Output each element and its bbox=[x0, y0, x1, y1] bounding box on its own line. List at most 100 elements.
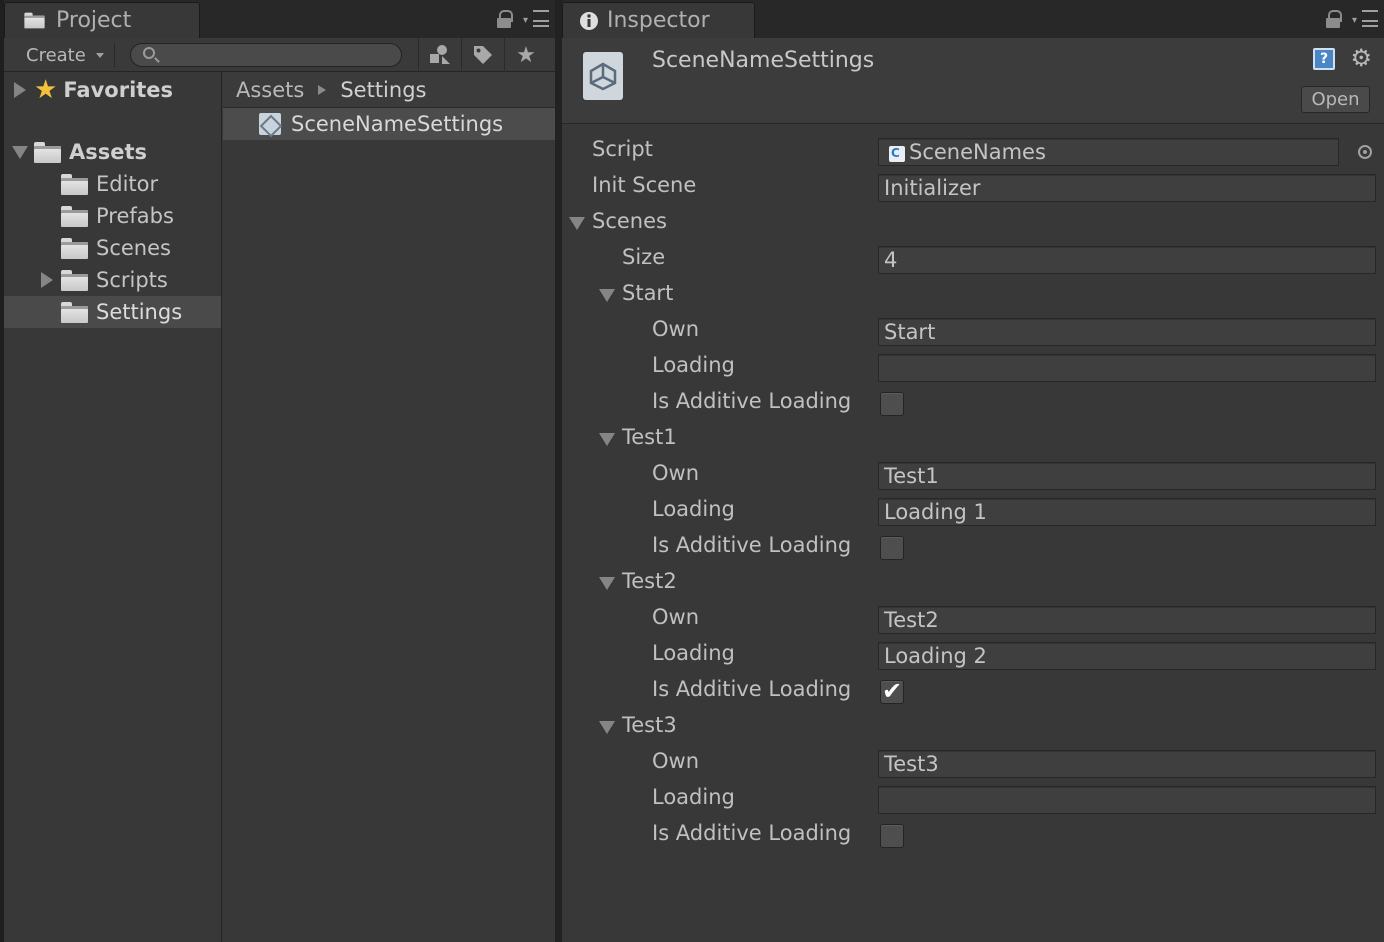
tree-item-settings[interactable]: Settings bbox=[4, 296, 221, 328]
foldout-scenes[interactable]: Scenes bbox=[562, 206, 1384, 242]
folder-icon bbox=[61, 205, 88, 227]
property-label: Own bbox=[652, 317, 700, 341]
expand-arrow-icon[interactable] bbox=[41, 272, 53, 288]
breadcrumb: Assets Settings bbox=[223, 72, 555, 108]
lock-icon[interactable] bbox=[1326, 10, 1342, 28]
property-label: Loading bbox=[652, 785, 735, 809]
property-own: Own Start bbox=[562, 314, 1384, 350]
loading-field[interactable] bbox=[878, 354, 1376, 382]
favorite-button[interactable]: ★ bbox=[504, 38, 547, 72]
property-label: Is Additive Loading bbox=[652, 821, 852, 845]
property-script: Script SceneNames bbox=[562, 134, 1384, 170]
is-additive-checkbox[interactable]: ✔ bbox=[880, 677, 904, 705]
inspector-window: Inspector ▾ SceneNameSettings ? ⚙ Open S… bbox=[562, 0, 1384, 942]
star-icon: ★ bbox=[34, 75, 58, 105]
element-label: Test2 bbox=[622, 569, 677, 593]
foldout-scene-element[interactable]: Test2 bbox=[562, 566, 1384, 602]
is-additive-checkbox[interactable] bbox=[880, 824, 904, 848]
folder-icon bbox=[61, 269, 88, 291]
property-label: Is Additive Loading bbox=[652, 533, 852, 557]
tree-item-prefabs[interactable]: Prefabs bbox=[4, 200, 221, 232]
property-loading: Loading Loading 1 bbox=[562, 494, 1384, 530]
panel-divider[interactable] bbox=[555, 0, 562, 942]
chevron-down-icon bbox=[95, 52, 104, 58]
is-additive-checkbox[interactable] bbox=[880, 392, 904, 416]
tree-item-editor[interactable]: Editor bbox=[4, 168, 221, 200]
folder-tree: ★ Favorites Assets Editor Prefabs Scenes… bbox=[4, 72, 222, 942]
breadcrumb-separator-icon bbox=[318, 84, 327, 95]
list-item[interactable]: SceneNameSettings bbox=[223, 108, 555, 140]
open-button[interactable]: Open bbox=[1301, 86, 1370, 113]
loading-field[interactable]: Loading 1 bbox=[878, 498, 1376, 526]
folder-icon bbox=[24, 12, 45, 29]
collapse-arrow-icon[interactable] bbox=[599, 721, 615, 734]
checkmark-icon: ✔ bbox=[881, 677, 903, 705]
object-picker-icon[interactable] bbox=[1358, 145, 1372, 159]
lock-icon[interactable] bbox=[497, 10, 513, 28]
tab-project[interactable]: Project bbox=[4, 2, 200, 38]
breadcrumb-settings[interactable]: Settings bbox=[340, 78, 426, 102]
property-loading: Loading bbox=[562, 782, 1384, 818]
collapse-arrow-icon[interactable] bbox=[12, 145, 28, 159]
unity-logo-icon bbox=[589, 62, 617, 91]
tab-project-label: Project bbox=[56, 8, 132, 33]
own-field[interactable]: Test1 bbox=[878, 462, 1376, 490]
is-additive-checkbox[interactable] bbox=[880, 536, 904, 560]
property-init-scene: Init Scene Initializer bbox=[562, 170, 1384, 206]
label-icon bbox=[474, 46, 492, 64]
collapse-arrow-icon[interactable] bbox=[599, 577, 615, 590]
tree-item-assets[interactable]: Assets bbox=[4, 136, 221, 168]
star-icon: ★ bbox=[516, 42, 536, 68]
project-window: Project ▾ Create ★ ★ Favorites Assets Ed… bbox=[4, 0, 555, 942]
expand-arrow-icon[interactable] bbox=[14, 82, 26, 98]
property-size: Size 4 bbox=[562, 242, 1384, 278]
foldout-scene-element[interactable]: Test1 bbox=[562, 422, 1384, 458]
foldout-scene-element[interactable]: Start bbox=[562, 278, 1384, 314]
panel-menu-icon[interactable]: ▾ bbox=[523, 10, 549, 28]
collapse-arrow-icon[interactable] bbox=[569, 217, 585, 230]
tree-item-label: Scripts bbox=[96, 268, 168, 292]
type-filter-icon bbox=[430, 45, 450, 64]
collapse-arrow-icon[interactable] bbox=[599, 289, 615, 302]
property-is-additive-loading: Is Additive Loading bbox=[562, 818, 1384, 854]
panel-menu-icon[interactable]: ▾ bbox=[1352, 10, 1378, 28]
search-icon bbox=[143, 47, 155, 59]
tree-item-label: Editor bbox=[96, 172, 159, 196]
inspector-tabstrip: Inspector ▾ bbox=[562, 0, 1384, 38]
tab-inspector-label: Inspector bbox=[607, 8, 710, 33]
folder-icon bbox=[61, 173, 88, 195]
property-label: Loading bbox=[652, 497, 735, 521]
tab-inspector[interactable]: Inspector bbox=[562, 2, 755, 38]
help-icon[interactable]: ? bbox=[1313, 48, 1335, 70]
size-field[interactable]: 4 bbox=[878, 246, 1376, 274]
property-label: Is Additive Loading bbox=[652, 677, 852, 701]
init-scene-field[interactable]: Initializer bbox=[878, 174, 1376, 202]
own-field[interactable]: Start bbox=[878, 318, 1376, 346]
tree-item-scenes[interactable]: Scenes bbox=[4, 232, 221, 264]
gear-icon[interactable]: ⚙ bbox=[1350, 44, 1372, 72]
tree-item-favorites[interactable]: ★ Favorites bbox=[4, 74, 221, 106]
element-label: Start bbox=[622, 281, 674, 305]
asset-title: SceneNameSettings bbox=[652, 48, 875, 73]
create-button[interactable]: Create bbox=[16, 43, 115, 67]
label-filter-button[interactable] bbox=[461, 38, 504, 72]
search-input[interactable] bbox=[130, 43, 402, 67]
property-label: Loading bbox=[652, 641, 735, 665]
tree-item-label: Favorites bbox=[63, 78, 174, 102]
property-own: Own Test2 bbox=[562, 602, 1384, 638]
create-button-label: Create bbox=[26, 44, 86, 66]
property-label: Own bbox=[652, 749, 700, 773]
loading-field[interactable] bbox=[878, 786, 1376, 814]
tree-item-scripts[interactable]: Scripts bbox=[4, 264, 221, 296]
loading-field[interactable]: Loading 2 bbox=[878, 642, 1376, 670]
property-label: Own bbox=[652, 605, 700, 629]
collapse-arrow-icon[interactable] bbox=[599, 433, 615, 446]
own-field[interactable]: Test2 bbox=[878, 606, 1376, 634]
foldout-scene-element[interactable]: Test3 bbox=[562, 710, 1384, 746]
breadcrumb-assets[interactable]: Assets bbox=[236, 78, 304, 102]
list-item-label: SceneNameSettings bbox=[291, 112, 504, 136]
element-label: Test1 bbox=[622, 425, 677, 449]
type-filter-button[interactable] bbox=[418, 38, 461, 72]
own-field[interactable]: Test3 bbox=[878, 750, 1376, 778]
script-field[interactable]: SceneNames bbox=[878, 138, 1339, 166]
